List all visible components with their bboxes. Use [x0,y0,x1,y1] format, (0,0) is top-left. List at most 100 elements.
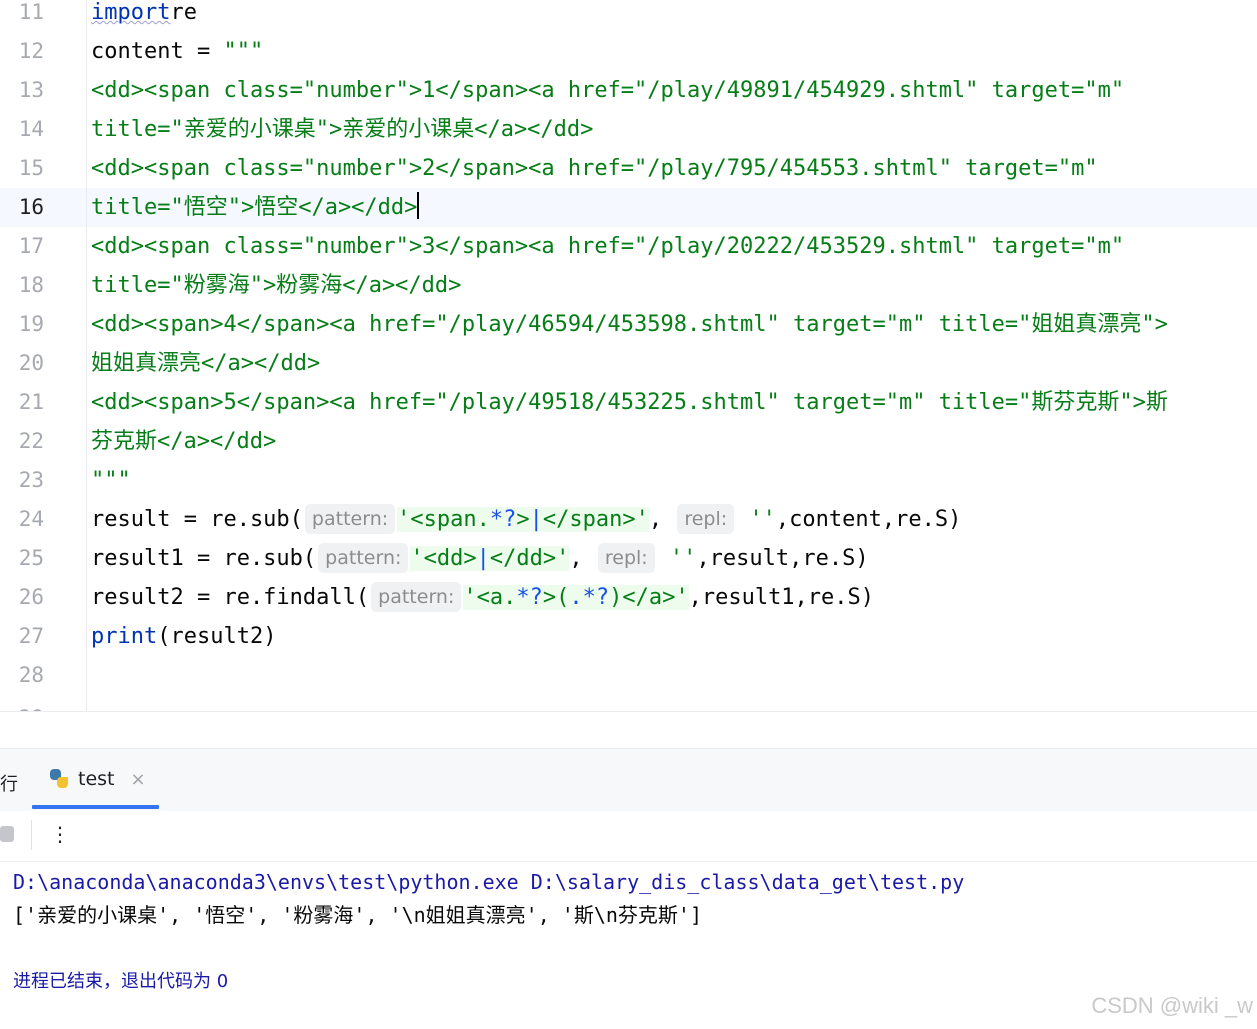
code-token: ,result,re.S) [696,546,869,571]
code-token: <dd><span class="number">2</span><a href… [91,156,1098,181]
code-line[interactable]: 28 [0,656,1257,695]
code-token: (result2) [157,624,277,649]
code-token: print [91,624,158,649]
code-token: <span. [410,507,490,532]
code-token: > [516,507,530,532]
line-number: 14 [18,117,44,141]
active-tab-indicator [32,805,159,809]
line-number: 22 [18,429,44,453]
code-token: </dd>' [489,546,570,571]
code-line[interactable]: 23 """ [0,461,1257,500]
code-text: 芬克斯</a></dd> [91,422,276,461]
code-token: result = re.sub( [91,507,303,532]
line-number: 23 [18,468,44,492]
code-token: title="亲爱的小课桌">亲爱的小课桌</a></dd> [91,117,594,142]
line-number: 11 [18,0,44,24]
editor-panel-divider [0,711,1257,712]
code-token: '' [656,546,697,571]
code-line[interactable]: 11 importre [0,0,1257,32]
gutter-divider [86,0,87,712]
line-number: 24 [18,507,44,531]
code-line[interactable]: 21 <dd><span>5</span><a href="/play/49518… [0,383,1257,422]
code-token: content = [91,39,224,64]
code-token: re [170,0,197,25]
code-token: )</a>' [609,585,689,610]
code-line[interactable]: 22 芬克斯</a></dd> [0,422,1257,461]
line-number: 26 [18,585,44,609]
code-token: """ [223,39,264,64]
code-text: result1 = re.sub(pattern: '<dd>|</dd>', r… [91,539,869,578]
code-line[interactable]: 18 title="粉雾海">粉雾海</a></dd> [0,266,1257,305]
code-token: | [476,546,490,571]
code-line[interactable]: 12 content = """ [0,32,1257,71]
code-line[interactable]: 19 <dd><span>4</span><a href="/play/46594… [0,305,1257,344]
code-text: <dd><span class="number">2</span><a href… [91,149,1098,188]
console-output: ['亲爱的小课桌', '悟空', '粉雾海', '\n姐姐真漂亮', '斯\n芬… [13,903,702,927]
code-text: print(result2) [91,617,276,656]
tab-test[interactable]: test × [48,764,146,794]
code-token: 芬克斯</a></dd> [91,429,277,454]
code-token: <dd><span>5</span><a href="/play/49518/4… [91,390,1168,415]
code-token: '' [736,507,776,532]
console-divider [0,861,1257,862]
line-number: 15 [18,156,44,180]
code-line[interactable]: 20 姐姐真漂亮</a></dd> [0,344,1257,383]
console-command: D:\anaconda\anaconda3\envs\test\python.e… [13,870,965,894]
code-token: title="粉雾海">粉雾海</a></dd> [91,273,462,298]
line-number: 27 [18,624,44,648]
code-line[interactable]: 15 <dd><span class="number">2</span><a hr… [0,149,1257,188]
code-token: , [569,546,596,571]
parameter-hint: repl: [677,504,735,534]
more-options-icon[interactable]: ⋮ [50,822,70,846]
code-text: result = re.sub(pattern: '<span.*?>|</spa… [91,500,961,539]
code-text: <dd><span class="number">3</span><a href… [91,227,1124,266]
parameter-hint: pattern: [304,504,396,534]
code-text: <dd><span>5</span><a href="/play/49518/4… [91,383,1168,422]
code-text: title="亲爱的小课桌">亲爱的小课桌</a></dd> [91,110,593,149]
parameter-hint: pattern: [371,582,462,612]
code-token: 姐姐真漂亮</a></dd> [91,351,321,376]
code-token: import [91,0,171,25]
python-file-icon [48,768,70,790]
close-icon[interactable]: × [131,769,146,790]
line-number: 28 [18,663,44,687]
line-number: 20 [18,351,44,375]
code-line[interactable]: 14 title="亲爱的小课桌">亲爱的小课桌</a></dd> [0,110,1257,149]
code-token: >( [542,585,570,610]
run-toolbar [0,811,1257,861]
watermark: CSDN @wiki _w [1091,993,1253,1018]
code-line[interactable]: 17 <dd><span class="number">3</span><a hr… [0,227,1257,266]
line-number: 25 [18,546,44,570]
code-token: <dd><span>4</span><a href="/play/46594/4… [91,312,1168,337]
code-token: ,content,re.S) [775,507,962,532]
code-token: | [529,507,543,532]
run-console[interactable]: D:\anaconda\anaconda3\envs\test\python.e… [13,866,1243,998]
code-token: result2 = re.findall( [91,585,370,610]
code-token: *? [489,507,517,532]
code-editor[interactable]: 28 27 print(result2) 26 result2 = re.findall… [0,0,1257,712]
code-line[interactable]: 26 result2 = re.findall(pattern: '<a.*?>(.… [0,578,1257,617]
code-line[interactable]: 27 print(result2) [0,617,1257,656]
code-token: result1 = re.sub( [91,546,317,571]
stop-icon[interactable] [0,826,14,842]
code-token: ' [397,507,411,532]
code-token: <dd><span class="number">3</span><a href… [91,234,1125,259]
run-panel-title-stub: 行 [0,774,18,795]
line-number: 16 [18,195,44,219]
code-text: 姐姐真漂亮</a></dd> [91,344,320,383]
code-line[interactable]: 13 <dd><span class="number">1</span><a hr… [0,71,1257,110]
code-token: </span> [542,507,636,532]
line-number: 13 [18,78,44,102]
code-text: importre [91,0,197,32]
code-line[interactable]: 25 result1 = re.sub(pattern: '<dd>|</dd>',… [0,539,1257,578]
line-number: 21 [18,390,44,414]
code-text: title="粉雾海">粉雾海</a></dd> [91,266,461,305]
code-line[interactable]: 16 title="悟空">悟空</a></dd> [0,188,1257,227]
line-number: 19 [18,312,44,336]
toolbar-separator [31,820,32,850]
line-number: 18 [18,273,44,297]
code-line[interactable]: 24 result = re.sub(pattern: '<span.*?>|</s… [0,500,1257,539]
parameter-hint: repl: [597,543,655,573]
code-text: <dd><span class="number">1</span><a href… [91,71,1124,110]
code-text: """ [91,461,131,500]
